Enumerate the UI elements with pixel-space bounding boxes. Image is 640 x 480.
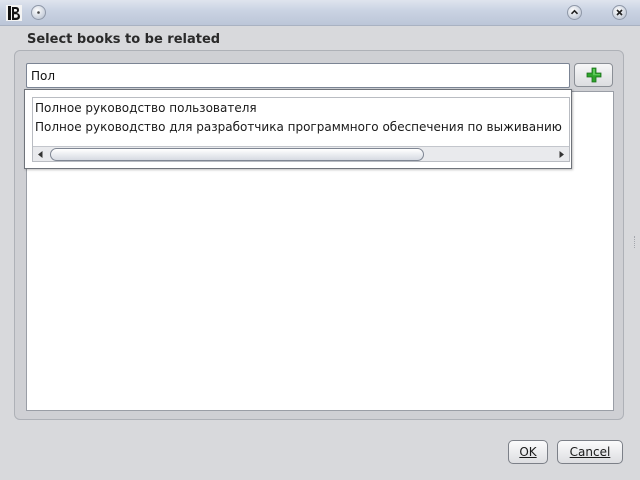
app-logo-icon [6, 5, 22, 21]
completion-popup: Полное руководство пользователя Полное р… [24, 89, 572, 169]
ok-button-label: OK [519, 445, 537, 459]
minimize-button[interactable] [567, 5, 582, 20]
minimize-icon [570, 9, 579, 15]
window-menu-button[interactable] [31, 5, 46, 20]
list-item[interactable]: Полное руководство для разработчика прог… [35, 120, 562, 134]
window-menu-icon [37, 11, 40, 14]
resize-grip[interactable] [634, 236, 638, 248]
cancel-button-label: Cancel [569, 445, 611, 459]
dialog-heading: Select books to be related [27, 32, 221, 47]
scrollbar-thumb[interactable] [50, 148, 424, 161]
horizontal-scrollbar[interactable] [33, 146, 569, 162]
scroll-right-icon[interactable] [554, 147, 569, 162]
scroll-left-icon[interactable] [33, 147, 48, 162]
ok-button[interactable]: OK [508, 440, 548, 464]
list-item[interactable]: Полное руководство пользователя [35, 101, 257, 115]
title-bar[interactable] [0, 0, 640, 26]
search-input[interactable] [26, 63, 570, 88]
completion-list[interactable]: Полное руководство пользователя Полное р… [32, 97, 570, 162]
close-button[interactable] [612, 5, 627, 20]
close-icon [616, 9, 623, 16]
dialog-window: Select books to be related Полное руково… [0, 0, 640, 480]
cancel-button[interactable]: Cancel [557, 440, 623, 464]
plus-icon [586, 67, 602, 83]
add-button[interactable] [574, 63, 613, 87]
